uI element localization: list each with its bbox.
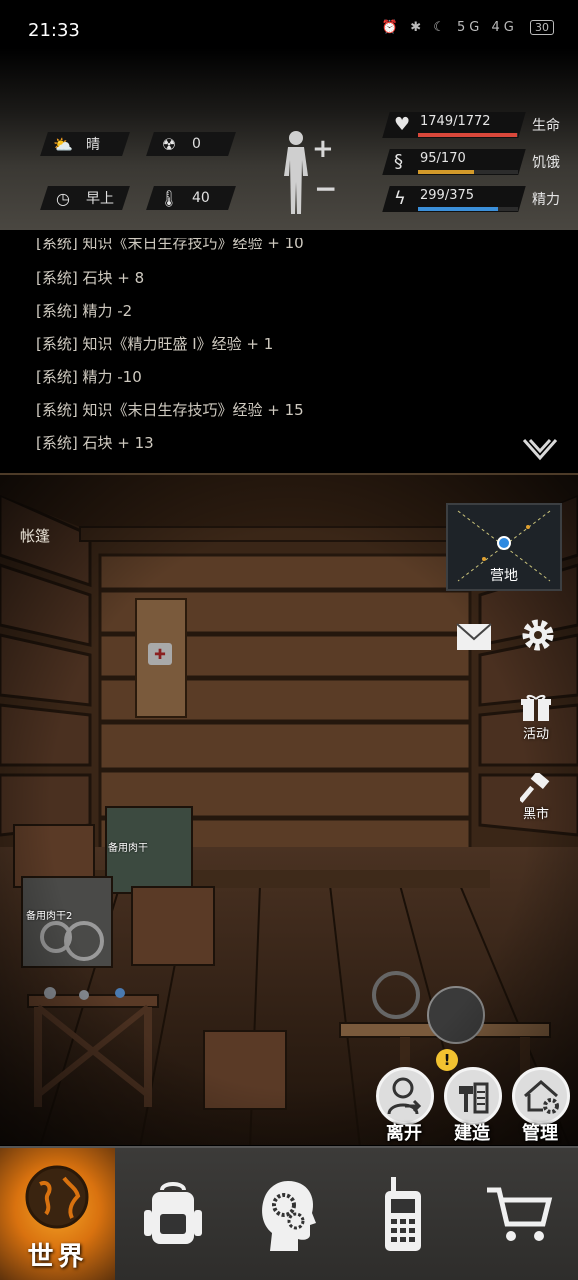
- energy-bar: ϟ 299/375 精力: [382, 186, 566, 216]
- leave-label: 离开: [386, 1123, 422, 1144]
- health-bar: ♥ 1749/1772 生命: [382, 112, 566, 142]
- lightning-icon: ϟ: [394, 188, 406, 209]
- radiation-chip: ☢ 0: [146, 132, 236, 156]
- body-plus-icon[interactable]: +: [312, 134, 334, 164]
- hunger-fill: [418, 170, 474, 174]
- tab-backpack[interactable]: [115, 1148, 230, 1280]
- manage-button[interactable]: [512, 1067, 570, 1125]
- bottom-nav: 世界: [0, 1146, 578, 1280]
- weather-value: 晴: [86, 137, 100, 153]
- system-icons: ⏰ ✱ ☾ 5G 4G 30: [382, 20, 554, 35]
- black-market-button[interactable]: 黑市: [512, 767, 560, 827]
- walkie-talkie-icon: [384, 1177, 421, 1251]
- settings-button[interactable]: [514, 611, 562, 659]
- hammer-icon: [520, 772, 550, 803]
- leave-button[interactable]: [376, 1067, 434, 1125]
- build-icon: [459, 1082, 489, 1114]
- gift-icon: [521, 694, 551, 721]
- tab-radio[interactable]: [345, 1148, 460, 1280]
- tab-shop[interactable]: [460, 1148, 578, 1280]
- hunger-label: 饥饿: [532, 155, 560, 171]
- radiation-icon: ☢: [161, 134, 177, 154]
- globe-icon: [25, 1165, 89, 1229]
- log-line: [系统] 精力 -10: [36, 368, 142, 386]
- thermometer-icon: 🌡: [158, 188, 180, 208]
- battery-icon: 30: [530, 20, 554, 35]
- storage-crate[interactable]: [22, 877, 112, 967]
- radiation-value: 0: [192, 136, 201, 152]
- message-log[interactable]: [系统] 知识《末日生存技巧》经验 + 10 [系统] 石块 + 8 [系统] …: [0, 230, 578, 472]
- map-label: 营地: [490, 568, 518, 584]
- map-button[interactable]: 营地: [446, 503, 562, 591]
- stomach-icon: §: [394, 151, 403, 172]
- tab-skills[interactable]: [230, 1148, 345, 1280]
- black-market-label: 黑市: [522, 806, 549, 822]
- build-button[interactable]: [444, 1067, 502, 1125]
- build-label: 建造: [454, 1123, 490, 1144]
- clock-icon: ◷: [56, 188, 70, 208]
- health-fill: [418, 133, 517, 137]
- backpack-icon: [143, 1182, 202, 1244]
- mail-button[interactable]: [450, 613, 498, 661]
- gear-icon: [522, 619, 554, 651]
- head-gear-icon: [261, 1181, 316, 1251]
- hunger-value: 95/170: [420, 151, 466, 166]
- activity-button[interactable]: 活动: [512, 687, 560, 747]
- heart-icon: ♥: [394, 114, 411, 135]
- hunger-bar: § 95/170 饥饿: [382, 149, 566, 179]
- log-line: [系统] 知识《精力旺盛 I》经验 + 1: [36, 335, 274, 353]
- storage-crate[interactable]: [106, 807, 192, 893]
- energy-label: 精力: [532, 192, 560, 208]
- log-line: [系统] 知识《末日生存技巧》经验 + 10: [36, 234, 304, 252]
- location-label: 帐篷: [20, 527, 51, 545]
- tent-scene: ✚ 帐篷 备用肉干 备用肉干2: [0, 473, 578, 1145]
- envelope-icon: [456, 623, 492, 650]
- system-status-icons: ⏰ ✱ ☾ 5G 4G: [381, 20, 518, 35]
- activity-label: 活动: [522, 726, 549, 742]
- temperature-chip: 🌡 40: [146, 186, 236, 210]
- expand-log-icon[interactable]: [522, 438, 558, 462]
- log-line: [系统] 知识《末日生存技巧》经验 + 15: [36, 401, 304, 419]
- health-label: 生命: [532, 118, 560, 134]
- time-of-day-value: 早上: [86, 191, 114, 207]
- manage-label: 管理: [522, 1123, 558, 1144]
- tab-world[interactable]: 世界: [0, 1148, 115, 1280]
- health-value: 1749/1772: [420, 114, 491, 129]
- clock: 21:33: [28, 20, 80, 41]
- house-gear-icon: [524, 1080, 559, 1114]
- temperature-value: 40: [192, 190, 210, 206]
- weather-chip: ⛅ 晴: [40, 132, 130, 156]
- stats-panel: ⛅ 晴 ☢ 0 ◷ 早上 🌡 40 + − ♥ 1749/1772 生命 § 9…: [0, 48, 578, 230]
- log-line: [系统] 精力 -2: [36, 302, 133, 320]
- person-exit-icon: [387, 1077, 422, 1115]
- body-status-icon[interactable]: [280, 130, 312, 216]
- cart-icon: [487, 1187, 553, 1241]
- tab-world-label: 世界: [27, 1242, 88, 1272]
- time-of-day-chip: ◷ 早上: [40, 186, 130, 210]
- log-line: [系统] 石块 + 13: [36, 434, 154, 452]
- warning-icon[interactable]: !: [436, 1049, 458, 1071]
- status-bar: 21:33 ⏰ ✱ ☾ 5G 4G 30: [0, 0, 578, 48]
- body-minus-icon[interactable]: −: [314, 172, 337, 205]
- energy-value: 299/375: [420, 188, 475, 203]
- log-line: [系统] 石块 + 8: [36, 269, 145, 287]
- energy-fill: [418, 207, 498, 211]
- weather-icon: ⛅: [53, 134, 73, 154]
